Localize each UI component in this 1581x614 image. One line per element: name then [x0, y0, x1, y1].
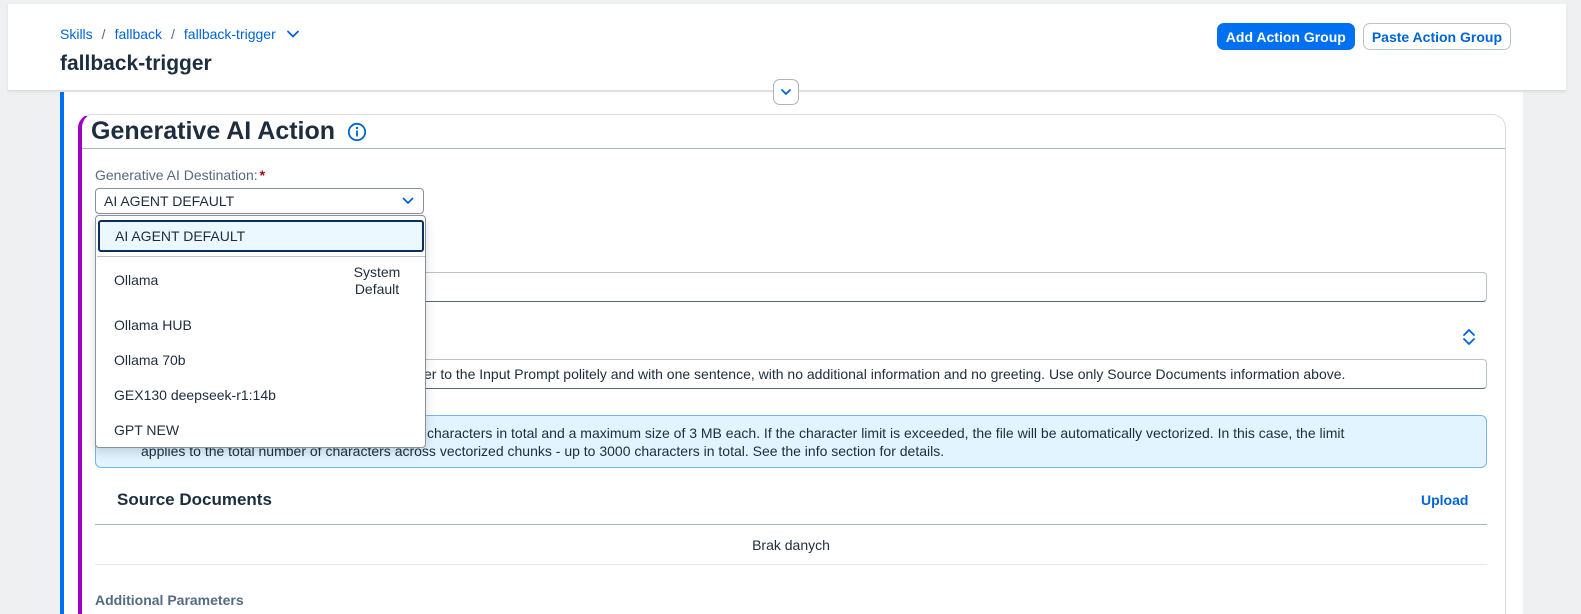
sort-icon[interactable]: [1461, 328, 1477, 346]
no-data-text: Brak danych: [752, 537, 830, 553]
breadcrumb: Skills / fallback / fallback-trigger: [60, 26, 300, 42]
dropdown-item-gex130-deepseek[interactable]: GEX130 deepseek-r1:14b: [96, 387, 425, 403]
additional-parameters-title[interactable]: Additional Parameters: [95, 592, 244, 608]
table-divider: [95, 564, 1487, 565]
card-title-text: Generative AI Action: [91, 117, 336, 145]
dropdown-item-ollama[interactable]: Ollama System Default: [96, 264, 425, 298]
info-text-line1: characters in total and a maximum size o…: [427, 425, 1345, 441]
dropdown-item-label: Ollama HUB: [114, 317, 192, 333]
breadcrumb-separator: /: [101, 26, 106, 42]
collapse-chevron-icon: [779, 85, 793, 99]
dropdown-item-label: AI AGENT DEFAULT: [115, 228, 246, 244]
add-action-group-button[interactable]: Add Action Group: [1216, 23, 1355, 50]
title-divider: [82, 148, 1505, 149]
dropdown-item-ollama-hub[interactable]: Ollama HUB: [96, 317, 425, 333]
destination-select[interactable]: AI AGENT DEFAULT: [95, 188, 424, 214]
breadcrumb-fallback-trigger[interactable]: fallback-trigger: [184, 26, 276, 42]
source-documents-divider: [95, 524, 1487, 525]
destination-select-value: AI AGENT DEFAULT: [104, 193, 235, 209]
upload-button[interactable]: Upload: [1421, 492, 1468, 508]
page-header: Skills / fallback / fallback-trigger fal…: [8, 4, 1566, 91]
destination-dropdown: AI AGENT DEFAULT Ollama System Default O…: [95, 215, 426, 448]
page-title: fallback-trigger: [60, 52, 212, 75]
dropdown-item-label: GEX130 deepseek-r1:14b: [114, 387, 276, 403]
collapse-header-button[interactable]: [773, 79, 799, 105]
breadcrumb-fallback[interactable]: fallback: [115, 26, 162, 42]
dropdown-item-label: Ollama: [114, 272, 159, 288]
dropdown-item-secondary: System Default: [353, 264, 401, 297]
chevron-down-icon[interactable]: [286, 27, 300, 41]
destination-label: Generative AI Destination: *: [95, 167, 265, 183]
source-documents-title: Source Documents: [117, 490, 272, 509]
dropdown-item-ollama-70b[interactable]: Ollama 70b: [96, 352, 425, 368]
dropdown-item-label: Ollama 70b: [114, 352, 186, 368]
dropdown-divider: [97, 256, 425, 257]
chevron-down-icon: [401, 194, 415, 208]
info-icon[interactable]: [347, 122, 367, 142]
dropdown-item-gpt-new[interactable]: GPT NEW: [96, 422, 425, 438]
breadcrumb-skills[interactable]: Skills: [60, 26, 93, 42]
required-mark: *: [259, 167, 266, 183]
destination-label-text: Generative AI Destination:: [95, 167, 258, 183]
paste-action-group-button[interactable]: Paste Action Group: [1362, 23, 1511, 50]
breadcrumb-separator: /: [171, 26, 175, 42]
dropdown-item-label: GPT NEW: [114, 422, 180, 438]
card-title: Generative AI Action: [91, 117, 367, 146]
dropdown-item-ai-agent-default[interactable]: AI AGENT DEFAULT: [98, 220, 424, 252]
